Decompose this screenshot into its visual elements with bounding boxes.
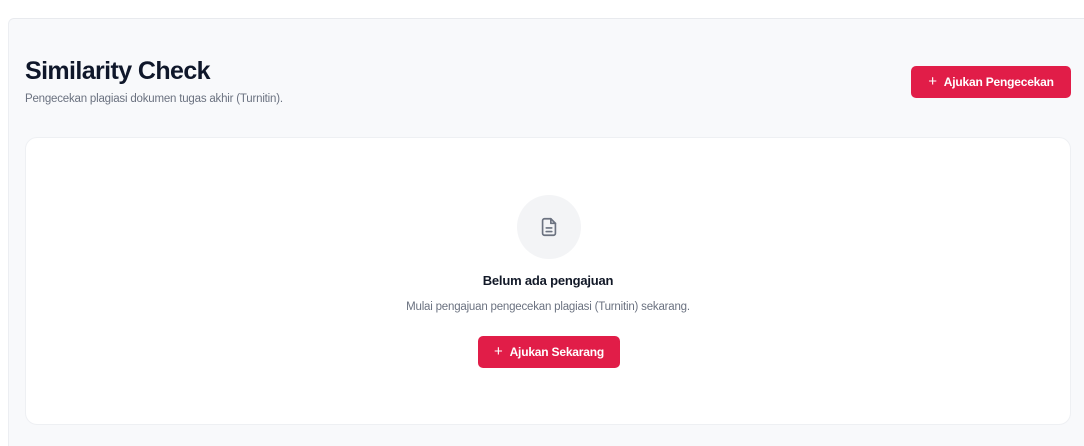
plus-icon: + xyxy=(928,73,937,90)
empty-state-icon-circle xyxy=(517,195,581,259)
empty-state-title: Belum ada pengajuan xyxy=(482,273,614,288)
page-subtitle: Pengecekan plagiasi dokumen tugas akhir … xyxy=(25,93,283,105)
page-title: Similarity Check xyxy=(25,57,211,85)
content-panel: Similarity Check Pengecekan plagiasi dok… xyxy=(8,18,1084,446)
document-icon xyxy=(541,217,557,237)
submit-check-button[interactable]: + Ajukan Pengecekan xyxy=(911,66,1071,98)
empty-state-card: Belum ada pengajuan Mulai pengajuan peng… xyxy=(25,137,1071,425)
empty-state-description: Mulai pengajuan pengecekan plagiasi (Tur… xyxy=(406,301,690,313)
submit-now-label: Ajukan Sekarang xyxy=(509,345,605,359)
plus-icon: + xyxy=(494,343,503,360)
submit-now-button[interactable]: + Ajukan Sekarang xyxy=(478,336,620,368)
submit-check-label: Ajukan Pengecekan xyxy=(943,75,1054,89)
